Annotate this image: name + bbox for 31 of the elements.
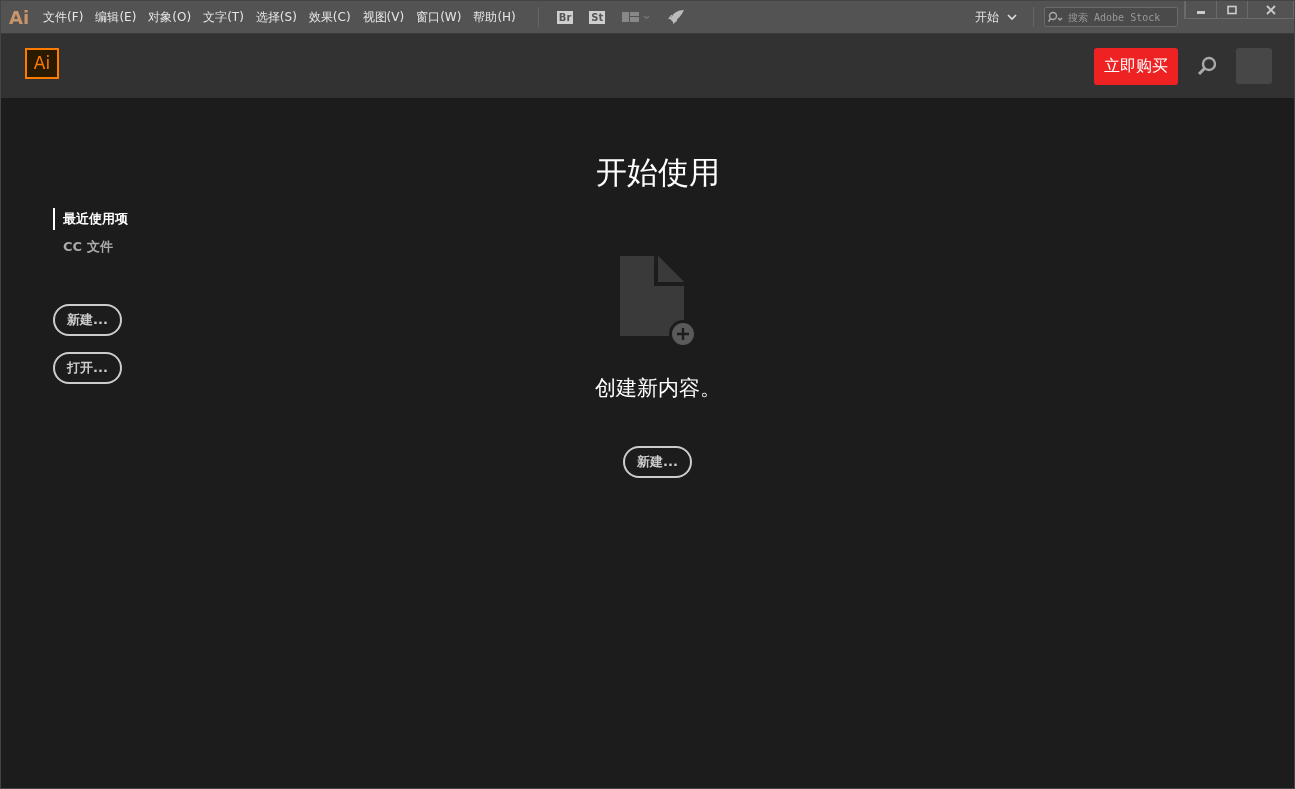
sidebar-button[interactable]: 打开... bbox=[53, 352, 122, 384]
page-title: 开始使用 bbox=[595, 153, 720, 192]
chevron-down-icon bbox=[1007, 13, 1017, 21]
app-logo: Ai bbox=[25, 47, 59, 79]
menu-item[interactable]: 文件(F) bbox=[43, 8, 84, 26]
minimize-icon bbox=[1197, 11, 1205, 14]
menu-item[interactable]: 窗口(W) bbox=[416, 8, 462, 26]
sidebar-item[interactable]: 最近使用项 bbox=[53, 208, 128, 230]
stock-button[interactable]: St bbox=[589, 10, 606, 24]
new-button[interactable]: 新建... bbox=[623, 446, 692, 478]
maximize-icon bbox=[1227, 4, 1237, 15]
workspace-switcher[interactable]: 开始 bbox=[975, 8, 1017, 26]
rocket-icon[interactable] bbox=[667, 9, 686, 25]
sidebar-item[interactable]: CC 文件 bbox=[53, 236, 113, 258]
menu-item[interactable]: 效果(C) bbox=[308, 8, 351, 26]
stock-search-field[interactable]: 搜索 Adobe Stock bbox=[1044, 7, 1178, 27]
search-icon[interactable] bbox=[1196, 55, 1218, 77]
app-logo: Ai bbox=[9, 6, 30, 28]
menu-item[interactable]: 选择(S) bbox=[255, 8, 297, 26]
close-icon bbox=[1265, 4, 1276, 15]
menu-item[interactable]: 帮助(H) bbox=[473, 8, 516, 26]
arrange-documents-icon[interactable] bbox=[621, 10, 652, 24]
subtitle: 创建新内容。 bbox=[594, 375, 721, 402]
buy-now-button[interactable]: 立即购买 bbox=[1094, 47, 1178, 85]
menu-item[interactable]: 对象(O) bbox=[148, 8, 192, 26]
search-icon bbox=[1048, 11, 1064, 23]
bridge-button[interactable]: Br bbox=[556, 10, 574, 24]
menu-item[interactable]: 编辑(E) bbox=[95, 8, 137, 26]
menu-item[interactable]: 文字(T) bbox=[203, 8, 244, 26]
menu-item[interactable]: 视图(V) bbox=[362, 8, 405, 26]
sidebar-button[interactable]: 新建... bbox=[53, 304, 122, 336]
